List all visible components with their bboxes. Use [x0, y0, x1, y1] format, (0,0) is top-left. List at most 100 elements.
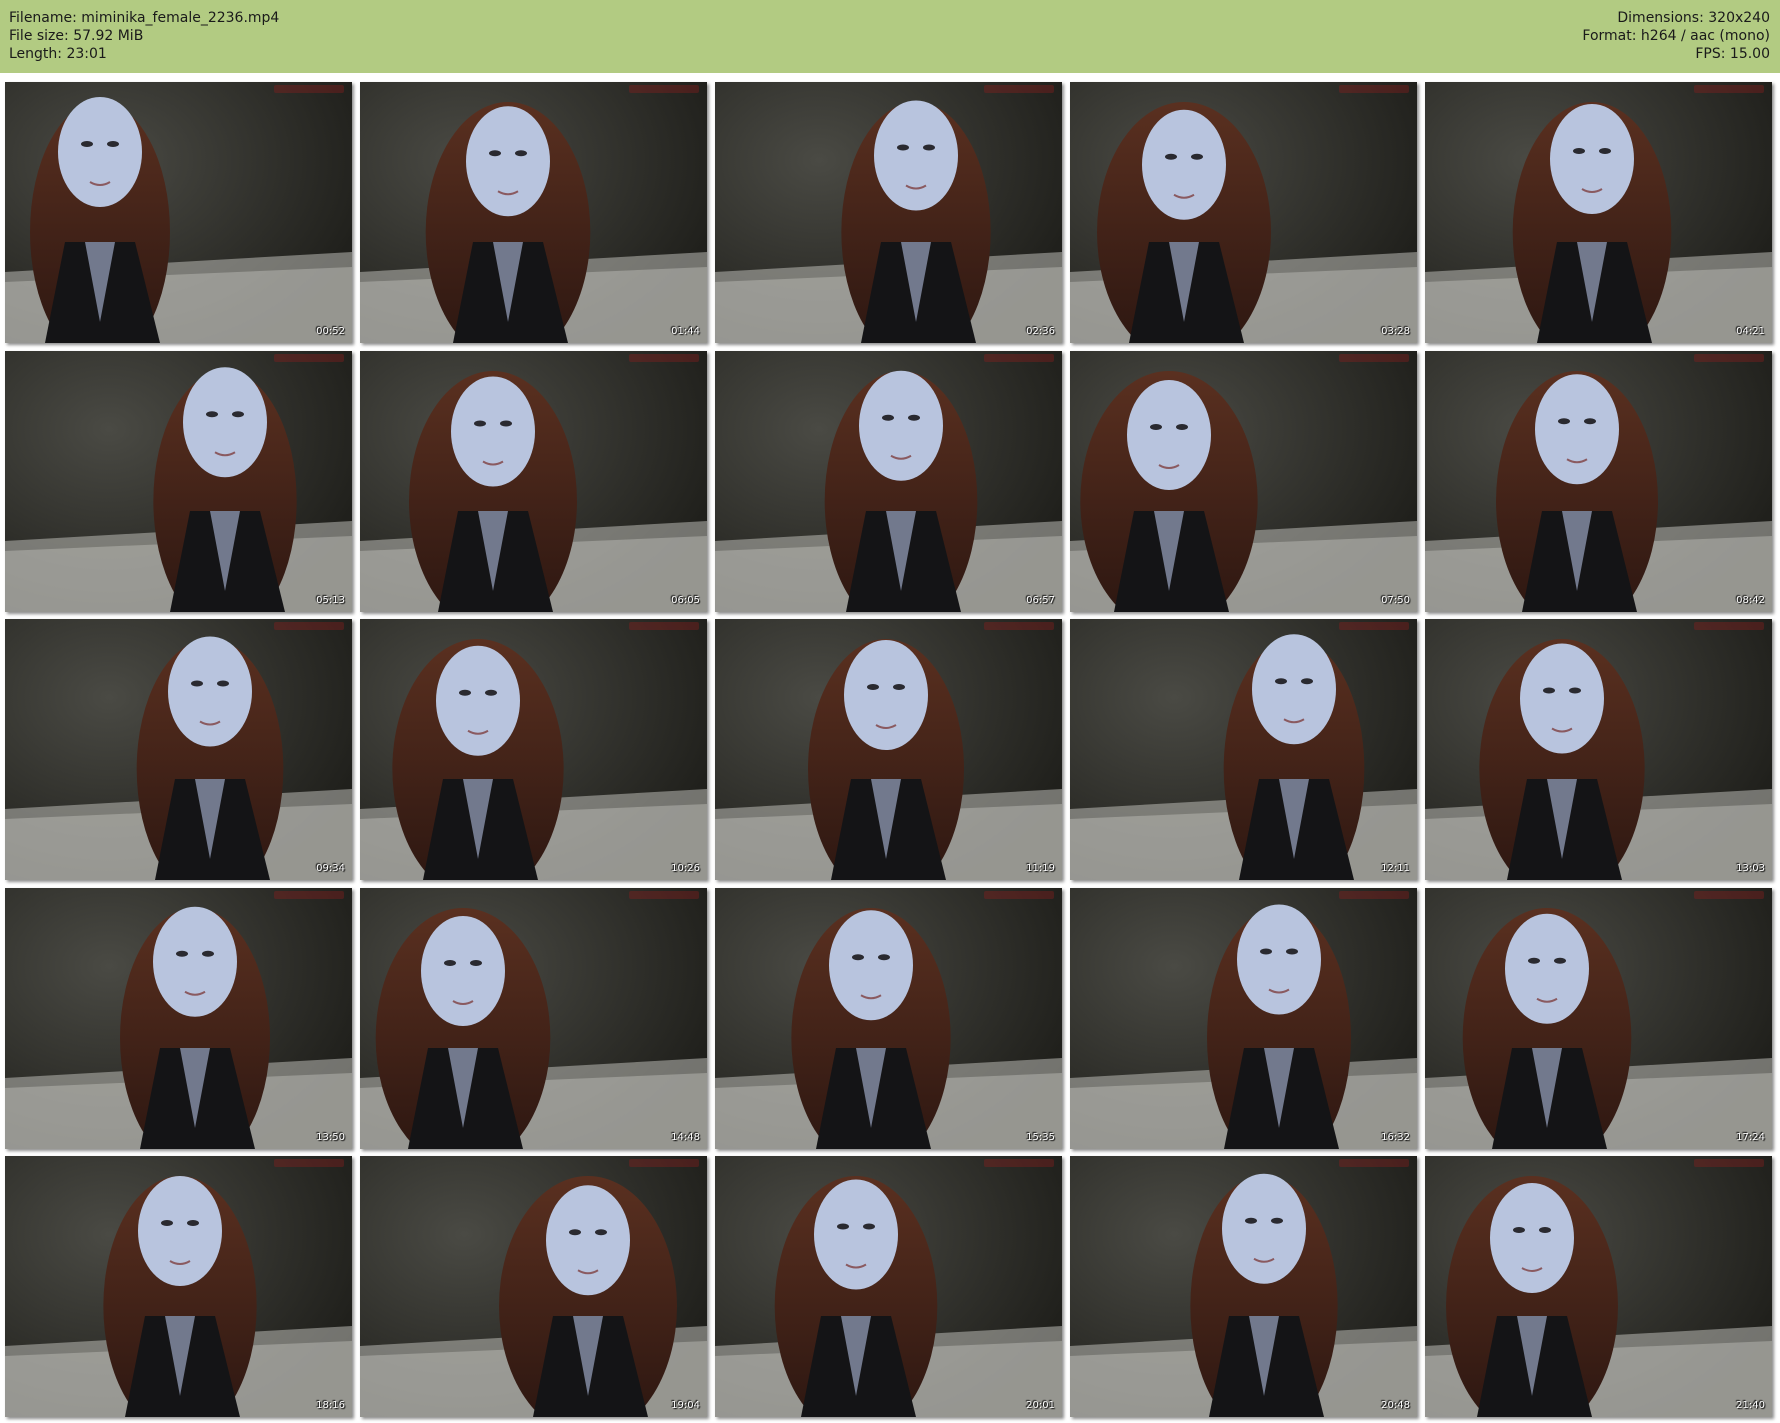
thumbnail: 13:50: [5, 888, 352, 1149]
timestamp-label: 01:44: [671, 326, 700, 337]
file-info-left: Filename: miminika_female_2236.mp4 File …: [9, 9, 279, 63]
timestamp-label: 03:28: [1381, 326, 1410, 337]
thumbnail: 12:11: [1070, 619, 1417, 880]
thumbnail: 01:44: [360, 82, 707, 343]
watermark: [274, 1159, 344, 1167]
timestamp-label: 13:50: [316, 1132, 345, 1143]
watermark: [1694, 1159, 1764, 1167]
thumbnail: 19:04: [360, 1156, 707, 1417]
video-frame-image: [1070, 351, 1417, 612]
video-frame-image: [360, 619, 707, 880]
watermark: [1339, 354, 1409, 362]
thumbnail: 20:48: [1070, 1156, 1417, 1417]
video-frame-image: [360, 82, 707, 343]
thumbnail: 13:03: [1425, 619, 1772, 880]
timestamp-label: 06:57: [1026, 595, 1055, 606]
thumbnail: 10:26: [360, 619, 707, 880]
thumbnail: 06:05: [360, 351, 707, 612]
timestamp-label: 13:03: [1736, 863, 1765, 874]
video-frame-image: [5, 888, 352, 1149]
video-frame-image: [715, 351, 1062, 612]
watermark: [274, 891, 344, 899]
timestamp-label: 07:50: [1381, 595, 1410, 606]
thumbnail-grid: 00:52 01:44 02:36 03:28 04:21 05:13 06:05 06:57…: [5, 82, 1776, 1418]
thumbnail: 15:35: [715, 888, 1062, 1149]
video-frame-image: [1425, 1156, 1772, 1417]
watermark: [274, 622, 344, 630]
video-frame-image: [1070, 1156, 1417, 1417]
watermark: [984, 622, 1054, 630]
watermark: [984, 891, 1054, 899]
thumbnail: 02:36: [715, 82, 1062, 343]
timestamp-label: 05:13: [316, 595, 345, 606]
timestamp-label: 18:16: [316, 1400, 345, 1411]
thumbnail: 17:24: [1425, 888, 1772, 1149]
timestamp-label: 12:11: [1381, 863, 1410, 874]
video-frame-image: [715, 888, 1062, 1149]
timestamp-label: 04:21: [1736, 326, 1765, 337]
watermark: [1694, 354, 1764, 362]
watermark: [629, 891, 699, 899]
watermark: [1339, 85, 1409, 93]
watermark: [1694, 622, 1764, 630]
video-frame-image: [1070, 82, 1417, 343]
format-text: Format: h264 / aac (mono): [1582, 28, 1770, 44]
watermark: [984, 354, 1054, 362]
thumbnail: 06:57: [715, 351, 1062, 612]
video-frame-image: [1070, 619, 1417, 880]
timestamp-label: 10:26: [671, 863, 700, 874]
thumbnail: 11:19: [715, 619, 1062, 880]
timestamp-label: 08:42: [1736, 595, 1765, 606]
thumbnail: 08:42: [1425, 351, 1772, 612]
timestamp-label: 02:36: [1026, 326, 1055, 337]
video-frame-image: [1425, 82, 1772, 343]
watermark: [629, 354, 699, 362]
video-frame-image: [360, 1156, 707, 1417]
watermark: [984, 85, 1054, 93]
watermark: [629, 1159, 699, 1167]
timestamp-label: 21:40: [1736, 1400, 1765, 1411]
timestamp-label: 15:35: [1026, 1132, 1055, 1143]
filesize-text: File size: 57.92 MiB: [9, 28, 144, 44]
video-frame-image: [715, 1156, 1062, 1417]
video-frame-image: [715, 619, 1062, 880]
thumbnail: 05:13: [5, 351, 352, 612]
thumbnail: 20:01: [715, 1156, 1062, 1417]
video-frame-image: [360, 351, 707, 612]
timestamp-label: 17:24: [1736, 1132, 1765, 1143]
video-frame-image: [1070, 888, 1417, 1149]
timestamp-label: 20:01: [1026, 1400, 1055, 1411]
video-frame-image: [5, 619, 352, 880]
filename-text: Filename: miminika_female_2236.mp4: [9, 10, 280, 26]
watermark: [274, 354, 344, 362]
thumbnail: 04:21: [1425, 82, 1772, 343]
thumbnail: 00:52: [5, 82, 352, 343]
thumbnail: 18:16: [5, 1156, 352, 1417]
timestamp-label: 19:04: [671, 1400, 700, 1411]
watermark: [1339, 622, 1409, 630]
timestamp-label: 11:19: [1026, 863, 1055, 874]
watermark: [1339, 1159, 1409, 1167]
timestamp-label: 16:32: [1381, 1132, 1410, 1143]
dimensions-text: Dimensions: 320x240: [1617, 10, 1770, 26]
timestamp-label: 06:05: [671, 595, 700, 606]
video-frame-image: [5, 82, 352, 343]
video-frame-image: [715, 82, 1062, 343]
timestamp-label: 00:52: [316, 326, 345, 337]
video-frame-image: [5, 351, 352, 612]
info-header: Filename: miminika_female_2236.mp4 File …: [0, 0, 1780, 73]
video-frame-image: [1425, 619, 1772, 880]
file-info-right: Dimensions: 320x240 Format: h264 / aac (…: [1582, 9, 1770, 63]
timestamp-label: 09:34: [316, 863, 345, 874]
video-frame-image: [360, 888, 707, 1149]
watermark: [629, 622, 699, 630]
thumbnail: 07:50: [1070, 351, 1417, 612]
timestamp-label: 14:48: [671, 1132, 700, 1143]
watermark: [1694, 85, 1764, 93]
thumbnail: 21:40: [1425, 1156, 1772, 1417]
watermark: [1694, 891, 1764, 899]
thumbnail: 03:28: [1070, 82, 1417, 343]
video-frame-image: [1425, 888, 1772, 1149]
thumbnail: 09:34: [5, 619, 352, 880]
thumbnail: 14:48: [360, 888, 707, 1149]
